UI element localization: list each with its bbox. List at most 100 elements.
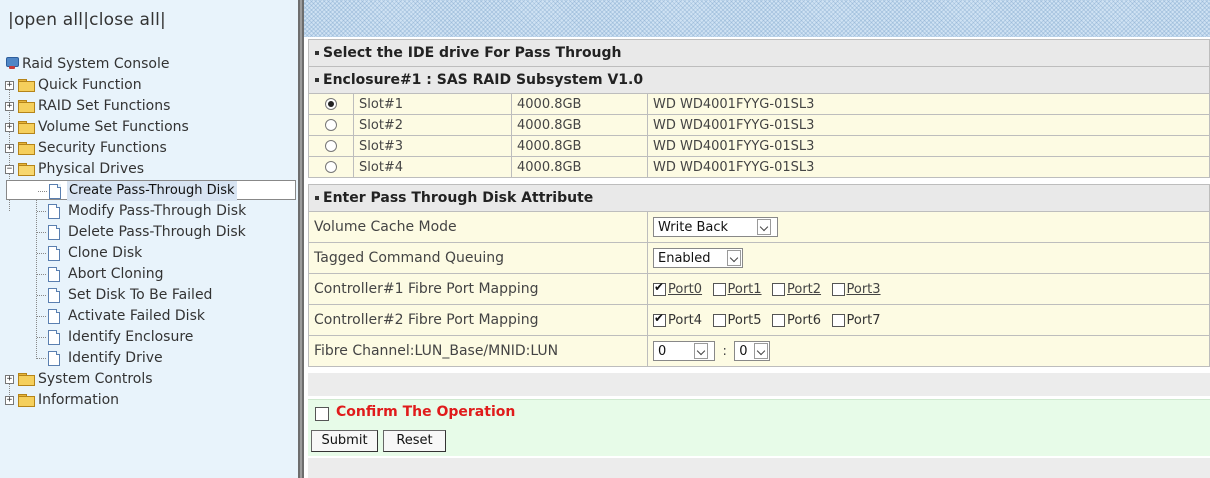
tree-root-label: Raid System Console (22, 56, 170, 72)
drive-radio[interactable] (325, 161, 337, 173)
tree-folder-label: Information (38, 392, 120, 408)
drive-row[interactable]: Slot#3 4000.8GB WD WD4001FYYG-01SL3 (308, 135, 1210, 157)
tree-item-identify-enclosure[interactable]: Identify Enclosure (6, 327, 296, 348)
port4-checkbox[interactable] (653, 311, 666, 327)
lun-select[interactable]: 0 (734, 341, 771, 361)
attr-value-cell: Port4 Port5 Port6 Port7 (647, 304, 1210, 336)
tree-folder-physical-drives[interactable]: − Physical Drives (5, 159, 296, 180)
drive-capacity: 4000.8GB (511, 156, 648, 178)
tree-item-delete-pass-through-disk[interactable]: Delete Pass-Through Disk (6, 222, 296, 243)
port3-checkbox[interactable] (831, 282, 845, 296)
drive-radio-cell (308, 93, 354, 115)
tree-item-label: Activate Failed Disk (68, 308, 205, 324)
tree-folder-security-functions[interactable]: + Security Functions (5, 138, 296, 159)
tree-folder-raid-set-functions[interactable]: + RAID Set Functions (5, 96, 296, 117)
tree-folder-system-controls[interactable]: + System Controls (5, 369, 296, 390)
expand-icon[interactable]: + (5, 102, 14, 111)
frame-divider-highlight (300, 0, 302, 478)
close-all-link[interactable]: close all (89, 10, 160, 30)
select-value: Write Back (658, 220, 729, 235)
drive-row[interactable]: Slot#2 4000.8GB WD WD4001FYYG-01SL3 (308, 114, 1210, 136)
drive-model: WD WD4001FYYG-01SL3 (647, 93, 1210, 115)
drive-radio[interactable] (325, 140, 337, 152)
open-close-links: |open all|close all| (8, 10, 166, 30)
expand-icon[interactable]: + (5, 144, 14, 153)
tree-item-create-pass-through-disk[interactable]: Create Pass-Through Disk (6, 180, 296, 201)
reset-button[interactable]: Reset (383, 430, 446, 452)
drive-model: WD WD4001FYYG-01SL3 (647, 114, 1210, 136)
tree-connector (37, 316, 46, 317)
tcq-select[interactable]: Enabled (653, 248, 743, 268)
attr-value-cell: 0 : 0 (647, 335, 1210, 367)
section-header-select-drive: Select the IDE drive For Pass Through (308, 39, 1210, 67)
enclosure-title: Enclosure#1 : SAS RAID Subsystem V1.0 (323, 72, 644, 88)
tree-folder-label: Security Functions (38, 140, 167, 156)
pass-through-form: Select the IDE drive For Pass Through En… (308, 39, 1210, 367)
tree-item-label: Identify Enclosure (68, 329, 194, 345)
tree-folder-label: RAID Set Functions (38, 98, 171, 114)
tree-folder-information[interactable]: + Information (5, 390, 296, 411)
expand-icon[interactable]: + (5, 123, 14, 132)
tree-item-activate-failed-disk[interactable]: Activate Failed Disk (6, 306, 296, 327)
attr-row-lun: Fibre Channel:LUN_Base/MNID:LUN 0 : 0 (308, 335, 1210, 367)
page-icon (48, 225, 60, 240)
submit-button[interactable]: Submit (311, 430, 378, 452)
folder-icon (18, 79, 35, 92)
bullet-icon (315, 196, 319, 200)
port5-checkbox[interactable] (712, 313, 726, 327)
drive-model: WD WD4001FYYG-01SL3 (647, 156, 1210, 178)
lun-separator: : (722, 344, 727, 359)
tree-item-identify-drive[interactable]: Identify Drive (6, 348, 296, 369)
port1-checkbox[interactable] (712, 282, 726, 296)
tree-item-clone-disk[interactable]: Clone Disk (6, 243, 296, 264)
drive-capacity: 4000.8GB (511, 135, 648, 157)
port2-checkbox[interactable] (772, 282, 785, 296)
folder-icon (18, 373, 35, 386)
separator: | (160, 10, 166, 30)
tree-item-label: Delete Pass-Through Disk (68, 224, 246, 240)
cache-mode-select[interactable]: Write Back (653, 217, 778, 237)
port0-label[interactable]: Port0 (668, 282, 702, 297)
tree-item-abort-cloning[interactable]: Abort Cloning (6, 264, 296, 285)
expand-icon[interactable]: + (5, 81, 14, 90)
confirm-checkbox[interactable] (315, 407, 329, 421)
open-all-link[interactable]: open all (14, 10, 83, 30)
port6-label: Port6 (787, 313, 822, 328)
collapse-icon[interactable]: − (5, 165, 14, 174)
folder-icon (18, 100, 35, 113)
page-icon (49, 184, 61, 199)
page-icon (48, 246, 60, 261)
port3-label[interactable]: Port3 (847, 282, 881, 297)
spacer (308, 177, 1210, 185)
drive-radio[interactable] (325, 119, 337, 131)
lun-base-select[interactable]: 0 (653, 341, 715, 361)
tree-folder-volume-set-functions[interactable]: + Volume Set Functions (5, 117, 296, 138)
page-icon (48, 267, 60, 282)
tree-root[interactable]: Raid System Console (6, 54, 296, 75)
folder-icon (18, 142, 35, 155)
port2-label[interactable]: Port2 (787, 282, 821, 297)
page-icon (48, 330, 60, 345)
port7-checkbox[interactable] (831, 313, 845, 327)
tree-folder-quick-function[interactable]: + Quick Function (5, 75, 296, 96)
drive-row[interactable]: Slot#1 4000.8GB WD WD4001FYYG-01SL3 (308, 93, 1210, 115)
tree-connector (37, 337, 46, 338)
tree-item-label: Create Pass-Through Disk (67, 181, 237, 201)
port6-checkbox[interactable] (772, 313, 785, 327)
tree-item-modify-pass-through-disk[interactable]: Modify Pass-Through Disk (6, 201, 296, 222)
button-row: Submit Reset (308, 427, 1210, 456)
chevron-down-icon (757, 219, 771, 235)
tree-item-set-disk-to-be-failed[interactable]: Set Disk To Be Failed (6, 285, 296, 306)
tree-item-label: Clone Disk (68, 245, 143, 261)
port1-label[interactable]: Port1 (728, 282, 762, 297)
expand-icon[interactable]: + (5, 375, 14, 384)
content-panel: Select the IDE drive For Pass Through En… (304, 0, 1210, 478)
select-value: 0 (739, 344, 748, 359)
expand-icon[interactable]: + (5, 396, 14, 405)
drive-radio[interactable] (325, 98, 337, 110)
tree-folder-label: System Controls (38, 371, 153, 387)
chevron-down-icon (727, 250, 741, 266)
drive-row[interactable]: Slot#4 4000.8GB WD WD4001FYYG-01SL3 (308, 156, 1210, 178)
port0-checkbox[interactable] (653, 280, 666, 296)
attr-label: Fibre Channel:LUN_Base/MNID:LUN (308, 335, 648, 367)
